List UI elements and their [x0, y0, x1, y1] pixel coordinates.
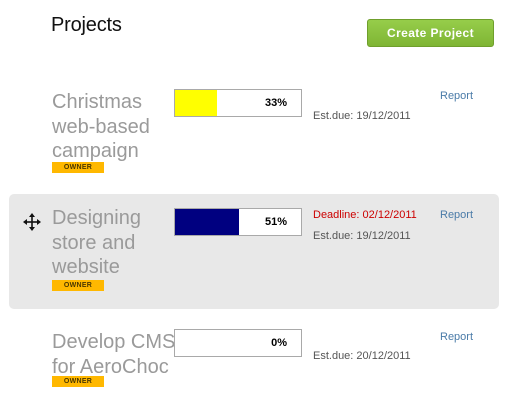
create-project-button[interactable]: Create Project [367, 19, 494, 47]
project-name[interactable]: Develop CMS for AeroChoc [52, 330, 180, 379]
report-link[interactable]: Report [440, 90, 473, 102]
deadline-date: Deadline: 02/12/2011 [313, 209, 417, 221]
page-title: Projects [51, 14, 122, 36]
project-name[interactable]: Designing store and website [52, 206, 174, 280]
progress-percent: 33% [264, 97, 287, 109]
progress-fill [175, 209, 240, 235]
progress-bar: 0% [174, 329, 302, 357]
owner-badge: OWNER [52, 162, 104, 173]
report-link[interactable]: Report [440, 331, 473, 343]
estimated-due-date: Est.due: 20/12/2011 [313, 350, 411, 362]
owner-badge: OWNER [52, 280, 104, 291]
progress-bar: 33% [174, 89, 302, 117]
project-row[interactable]: Designing store and website OWNER 51% De… [9, 194, 499, 309]
project-row[interactable]: Develop CMS for AeroChoc OWNER 0% Est.du… [9, 318, 499, 403]
estimated-due-date: Est.due: 19/12/2011 [313, 230, 411, 242]
move-arrows-icon[interactable] [23, 213, 41, 231]
owner-badge: OWNER [52, 376, 104, 387]
report-link[interactable]: Report [440, 209, 473, 221]
project-name[interactable]: Christmas web-based campaign [52, 90, 174, 164]
progress-bar: 51% [174, 208, 302, 236]
progress-fill [175, 90, 217, 116]
estimated-due-date: Est.due: 19/12/2011 [313, 110, 411, 122]
project-row[interactable]: Christmas web-based campaign OWNER 33% E… [9, 78, 499, 178]
progress-percent: 51% [264, 216, 287, 228]
progress-percent: 0% [271, 337, 287, 349]
